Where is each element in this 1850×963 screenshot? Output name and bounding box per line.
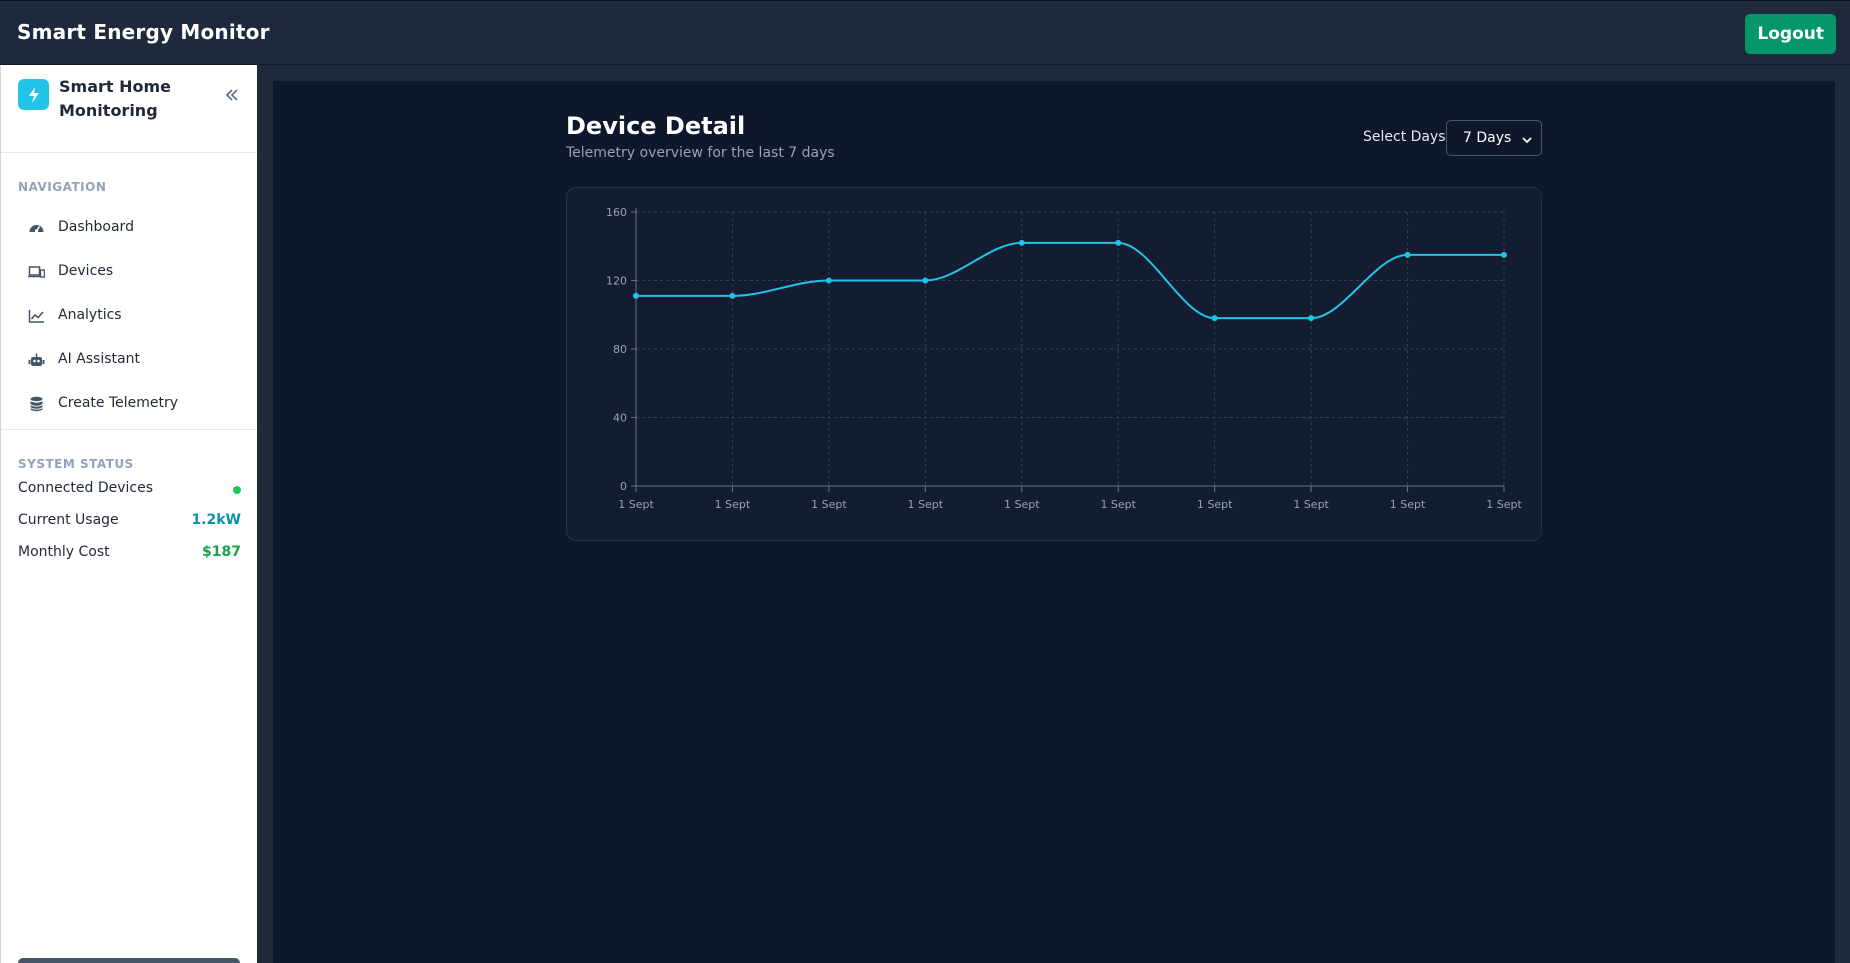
x-tick-label: 1 Sept [1100,498,1136,511]
nav-label: Dashboard [58,219,134,235]
nav-label: Analytics [58,307,122,323]
x-tick-label: 1 Sept [908,498,944,511]
data-point [825,277,832,284]
gauge-icon [28,220,45,236]
nav-item-create-telemetry[interactable]: Create Telemetry [13,384,245,424]
devices-icon [28,264,46,280]
collapse-sidebar-icon[interactable] [225,87,239,106]
data-point [1404,251,1411,258]
select-days-label: Select Days: [1363,129,1451,145]
y-tick-label: 120 [606,275,627,288]
x-tick-label: 1 Sept [1004,498,1040,511]
telemetry-chart: 0 40 80 120 160 1 Sept 1 Sept 1 Sept 1 Sept 1 Sep… [566,187,1542,541]
brand-name: Smart Home Monitoring [59,77,172,120]
nav-item-analytics[interactable]: Analytics [13,296,245,336]
nav-item-dashboard[interactable]: Dashboard [13,208,245,248]
sidebar: Smart Home Monitoring NAVIGATION Dashboa… [0,65,257,963]
nav-item-ai-assistant[interactable]: AI Assistant [13,340,245,380]
nav-label: Create Telemetry [58,395,179,411]
data-point [729,292,736,299]
top-bar: Smart Energy Monitor Logout [0,0,1850,65]
x-tick-label: 1 Sept [811,498,847,511]
status-value: $187 [202,544,241,560]
data-point [1211,315,1218,322]
data-point [1018,239,1025,246]
x-tick-label: 1 Sept [1293,498,1329,511]
lightning-icon [18,79,49,110]
chart-line-icon [28,308,45,324]
x-tick-label: 1 Sept [1197,498,1233,511]
x-tick-label: 1 Sept [1390,498,1426,511]
navigation-heading: NAVIGATION [18,180,107,194]
robot-icon [28,352,45,368]
status-connected-devices: Connected Devices [18,478,241,500]
data-point [922,277,929,284]
days-select-value: 7 Days [1463,130,1512,146]
data-point [1115,239,1122,246]
sidebar-brand: Smart Home Monitoring [1,65,257,153]
y-tick-label: 160 [606,206,627,219]
data-point [1501,251,1507,258]
status-label: Current Usage [18,512,119,528]
y-tick-label: 80 [613,343,627,356]
status-dot [233,486,241,494]
status-monthly-cost: Monthly Cost $187 [18,542,241,564]
page-title: Device Detail [566,112,746,140]
x-tick-label: 1 Sept [1486,498,1522,511]
y-tick-label: 0 [620,480,627,493]
nav-label: Devices [58,263,114,279]
nav-item-devices[interactable]: Devices [13,252,245,292]
app-title: Smart Energy Monitor [17,20,270,44]
sidebar-divider [1,429,257,430]
database-icon [28,396,45,412]
status-label: Connected Devices [18,480,154,496]
x-tick-label: 1 Sept [618,498,654,511]
chevron-down-icon [1521,133,1533,149]
sidebar-scroll-handle[interactable] [18,958,240,963]
status-label: Monthly Cost [18,544,110,560]
nav-label: AI Assistant [58,351,140,367]
page-subtitle: Telemetry overview for the last 7 days [566,145,835,161]
telemetry-line-chart: 0 40 80 120 160 1 Sept 1 Sept 1 Sept 1 Sept 1 Sep… [606,206,1522,511]
days-select[interactable]: 7 Days [1446,120,1542,156]
data-point [633,292,639,299]
status-value: 1.2kW [191,512,241,528]
y-tick-label: 40 [613,412,627,425]
data-point [1308,315,1315,322]
system-status-heading: SYSTEM STATUS [18,457,134,471]
status-current-usage: Current Usage 1.2kW [18,510,241,532]
logout-button[interactable]: Logout [1745,14,1836,54]
x-tick-label: 1 Sept [715,498,751,511]
